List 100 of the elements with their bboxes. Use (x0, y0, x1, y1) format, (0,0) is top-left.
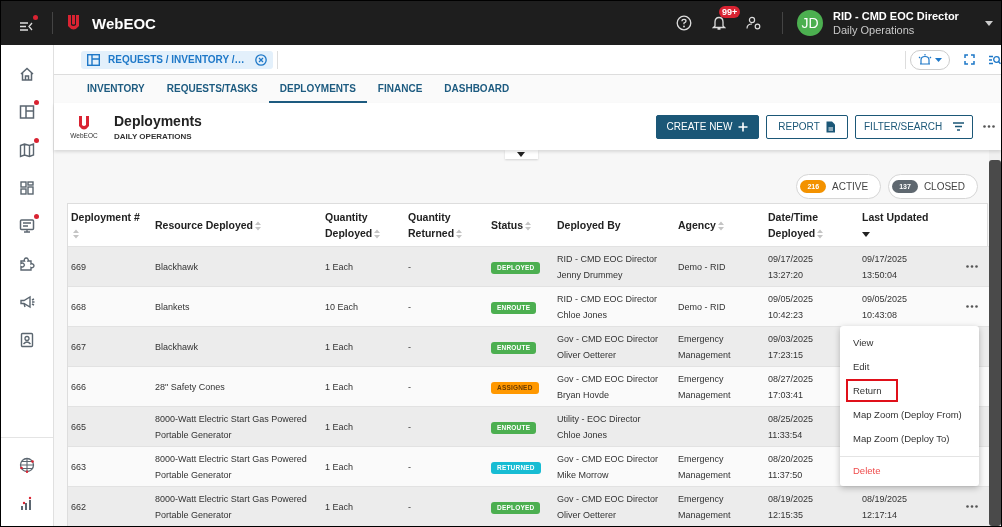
table-cell: Gov - CMD EOC Director Bryan Hovde (554, 366, 675, 407)
column-header[interactable]: Date/Time Deployed (765, 204, 859, 247)
plus-icon (738, 121, 749, 132)
menu-button[interactable] (19, 14, 38, 32)
table-cell: Blackhawk (152, 326, 322, 367)
table-cell: 10 Each (322, 286, 405, 327)
more-icon (966, 305, 978, 308)
scrollbar-thumb[interactable] (989, 160, 1001, 526)
puzzle-icon (18, 255, 36, 273)
row-actions-button[interactable] (964, 503, 980, 510)
row-actions-button[interactable] (964, 263, 980, 270)
page-title: Deployments (114, 112, 202, 129)
collapse-handle[interactable] (504, 150, 538, 159)
table-cell: 8000-Watt Electric Start Gas Powered Portable Generator (152, 486, 322, 526)
monitor-icon (18, 217, 36, 235)
table-cell: 1 Each (322, 326, 405, 367)
page-subtitle: DAILY OPERATIONS (114, 131, 193, 141)
help-button[interactable] (676, 15, 692, 31)
table-cell: Gov - CMD EOC Director Mike Morrow (554, 446, 675, 487)
bell-icon (712, 15, 726, 31)
table-cell: 666 (68, 366, 152, 407)
filter-icon (953, 122, 964, 131)
table-cell: Emergency Management (675, 486, 765, 526)
column-header[interactable]: Status (488, 204, 554, 247)
fullscreen-icon (964, 54, 975, 65)
fullscreen-button[interactable] (964, 54, 975, 65)
table-cell: Gov - CMD EOC Director Oliver Oetterer (554, 486, 675, 526)
column-header[interactable]: Agency (675, 204, 765, 247)
table-cell: 08/19/2025 12:17:14 (859, 486, 947, 526)
alerts-dropdown[interactable] (910, 49, 950, 70)
home-icon (18, 65, 36, 83)
table-cell: - (405, 446, 488, 487)
table-cell: 09/05/2025 10:42:23 (765, 286, 859, 327)
table-cell: Blankets (152, 286, 322, 327)
layout-icon (87, 53, 100, 66)
grid-icon (18, 179, 36, 197)
caret-icon (517, 152, 525, 157)
table-cell: 09/17/2025 13:27:20 (765, 246, 859, 287)
notifications-button[interactable] (712, 15, 726, 31)
table-cell: 663 (68, 446, 152, 487)
table-cell: 8000-Watt Electric Start Gas Powered Portable Generator (152, 446, 322, 487)
table-cell: 09/17/2025 13:50:04 (859, 246, 947, 287)
report-button[interactable]: REPORT (766, 114, 848, 139)
table-cell: Demo - RID (675, 246, 765, 287)
caret-icon (985, 20, 993, 26)
table-cell: Emergency Management (675, 366, 765, 407)
open-board-tab[interactable]: REQUESTS / INVENTORY /… (81, 50, 273, 69)
collapse-menu-icon (19, 19, 33, 32)
user-settings-button[interactable] (746, 16, 762, 30)
table-cell: 1 Each (322, 406, 405, 447)
table-cell: - (405, 406, 488, 447)
table-cell: 669 (68, 246, 152, 287)
table-cell: - (405, 246, 488, 287)
more-icon (966, 505, 978, 508)
caret-icon (935, 57, 942, 62)
table-cell: 667 (68, 326, 152, 367)
table-cell: 668 (68, 286, 152, 327)
table-cell: 1 Each (322, 366, 405, 407)
table-cell: RID - CMD EOC Director Chloe Jones (554, 286, 675, 327)
tab[interactable]: INVENTORY (76, 75, 156, 103)
column-header[interactable]: Quantity Returned (405, 204, 488, 247)
column-header[interactable]: Quantity Deployed (322, 204, 405, 247)
create-new-button[interactable]: CREATE NEW (656, 114, 759, 139)
tab[interactable]: FINANCE (366, 75, 434, 103)
table-cell: 8000-Watt Electric Start Gas Powered Portable Generator (152, 406, 322, 447)
map-icon (18, 141, 36, 159)
search-list-icon (989, 54, 1001, 65)
id-badge-icon (18, 331, 36, 349)
document-icon (825, 120, 836, 133)
table-cell: Blackhawk (152, 246, 322, 287)
notification-count: 99+ (719, 6, 741, 18)
table-cell: Emergency Management (675, 446, 765, 487)
table-cell: - (405, 326, 488, 367)
table-cell: 28" Safety Cones (152, 366, 322, 407)
user-position: Daily Operations (833, 24, 916, 36)
app-title: WebEOC (92, 14, 156, 32)
table-cell: 662 (68, 486, 152, 526)
table-cell: - (405, 486, 488, 526)
alarm-icon (918, 53, 932, 66)
filter-search-button[interactable]: FILTER/SEARCH (855, 114, 973, 139)
more-icon (966, 265, 978, 268)
tab[interactable]: REQUESTS/TASKS (155, 75, 269, 103)
table-cell: 09/05/2025 10:43:08 (859, 286, 947, 327)
column-header[interactable]: Deployed By (554, 204, 675, 247)
logo-icon (67, 14, 80, 32)
table-cell: Emergency Management (675, 326, 765, 367)
search-button[interactable] (989, 54, 1001, 65)
user-menu[interactable]: JD RID - CMD EOC Director Daily Operations (797, 10, 993, 36)
column-header[interactable]: Last Updated (859, 204, 947, 247)
menu-item[interactable]: Return (846, 379, 898, 402)
help-icon (676, 15, 692, 31)
column-header[interactable]: Deployment # (68, 204, 152, 247)
globe-icon (18, 456, 36, 474)
column-header[interactable]: Resource Deployed (152, 204, 322, 247)
row-actions-button[interactable] (964, 303, 980, 310)
user-gear-icon (746, 16, 762, 30)
avatar: JD (797, 10, 823, 36)
tab[interactable]: DASHBOARD (433, 75, 521, 103)
layout-icon (18, 103, 36, 121)
more-icon (983, 125, 995, 128)
